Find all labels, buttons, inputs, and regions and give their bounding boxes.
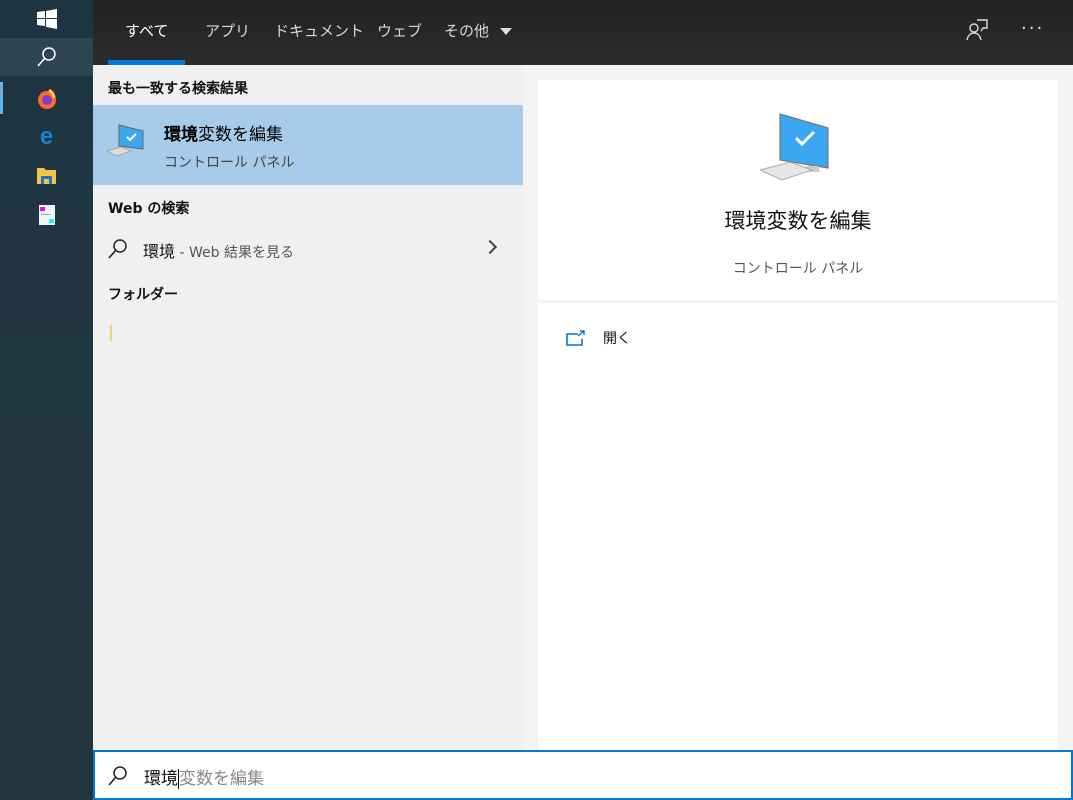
web-result-text: 環境 - Web 結果を見る [143,238,294,262]
preview-card: 環境変数を編集 コントロール パネル [538,80,1058,300]
explorer-taskbar-button[interactable] [0,157,93,195]
web-suffix: - Web 結果を見る [175,245,294,261]
tab-documents[interactable]: ドキュメント [274,0,364,65]
start-button[interactable] [0,0,93,38]
control-panel-large-icon [760,113,829,181]
firefox-taskbar-button[interactable] [0,80,93,118]
chevron-right-icon [482,239,498,255]
folder-icon [37,168,56,184]
search-icon [108,766,127,786]
folders-header: フォルダー [108,287,178,303]
firefox-icon [37,89,56,109]
tab-apps[interactable]: アプリ [205,0,250,65]
web-search-header: Web の検索 [108,201,190,217]
notepad-icon [38,205,55,225]
results-pane: 最も一致する検索結果 環境変数を編集 コントロール パネル Web の検索 環境… [93,65,523,750]
caret-down-icon [499,28,512,35]
open-label: 開く [603,331,631,347]
tab-web[interactable]: ウェブ [377,0,422,65]
search-icon [36,47,56,67]
search-box[interactable]: 環境変数を編集 [93,750,1073,800]
title-rest: 変数を編集 [198,125,283,145]
search-input[interactable]: 環境変数を編集 [144,764,264,789]
search-icon [108,239,127,259]
active-indicator [0,82,3,114]
actions-card: 開く [538,303,1058,750]
control-panel-icon [107,124,144,157]
preview-subtitle: コントロール パネル [732,261,864,277]
tab-all[interactable]: すべて [107,0,186,65]
ellipsis-icon: ··· [1021,18,1045,39]
open-action[interactable]: 開く [566,325,631,351]
edge-taskbar-button[interactable]: e [0,118,93,156]
web-search-result[interactable]: 環境 - Web 結果を見る [93,228,523,268]
search-typed-text: 環境 [144,769,178,789]
folder-result-icon [110,325,112,341]
preview-title: 環境変数を編集 [724,209,872,233]
open-icon [566,330,585,346]
feedback-button[interactable] [965,18,989,46]
best-match-header: 最も一致する検索結果 [108,81,248,97]
best-match-result[interactable]: 環境変数を編集 コントロール パネル [93,105,523,185]
filter-bar: すべて アプリ ドキュメント ウェブ その他 ··· [93,0,1073,65]
edge-icon: e [39,123,54,150]
search-autocomplete: 変数を編集 [179,769,264,789]
app-taskbar-button[interactable] [0,196,93,234]
feedback-icon [966,19,988,41]
best-match-title: 環境変数を編集 [164,120,283,145]
best-match-subtitle: コントロール パネル [164,155,295,171]
tab-more-label: その他 [444,22,490,40]
more-options-button[interactable]: ··· [1021,18,1044,39]
preview-pane: 環境変数を編集 コントロール パネル 開く [523,65,1073,750]
tab-more[interactable]: その他 [444,0,512,65]
search-taskbar-button[interactable] [0,38,93,76]
title-bold: 環境 [164,125,198,145]
windows-icon [36,9,57,29]
taskbar: e [0,0,93,800]
web-query: 環境 [143,242,176,261]
